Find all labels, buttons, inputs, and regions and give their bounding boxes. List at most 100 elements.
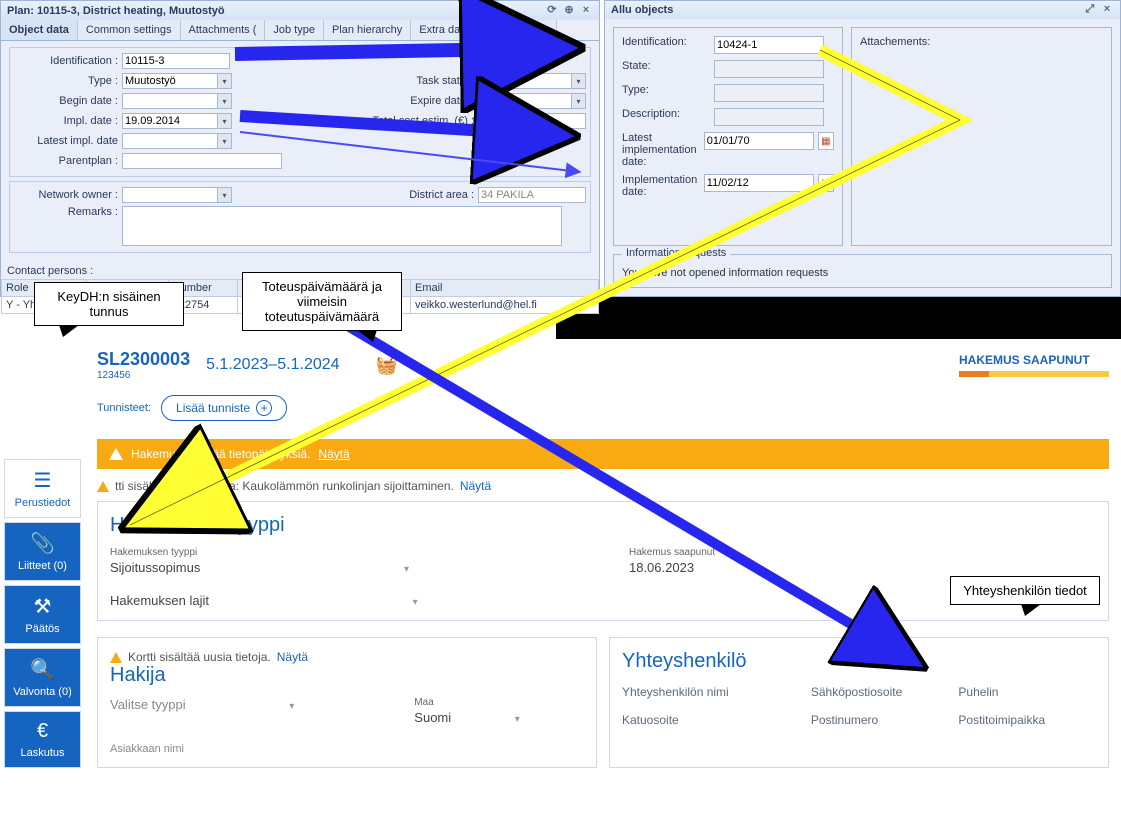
status-progress bbox=[959, 371, 1109, 377]
search-icon: 🔍 bbox=[30, 657, 55, 682]
begin-date-field[interactable] bbox=[122, 93, 218, 109]
status-label: HAKEMUS SAAPUNUT bbox=[959, 353, 1109, 367]
sidebar-item-paatos[interactable]: ⚒ Päätös bbox=[4, 585, 81, 644]
latest-impl-date-picker-icon[interactable]: ▾ bbox=[218, 133, 232, 149]
tab-plan-hierarchy[interactable]: Plan hierarchy bbox=[324, 20, 411, 40]
hakija-title: Hakija bbox=[110, 664, 584, 687]
begin-date-picker-icon[interactable]: ▾ bbox=[218, 93, 232, 109]
tab-job-type[interactable]: Job type bbox=[265, 20, 324, 40]
sidebar-item-liitteet[interactable]: 📎 Liitteet (0) bbox=[4, 522, 81, 581]
contact-phone-label: Puhelin bbox=[958, 685, 1096, 699]
label-identification: Identification : bbox=[14, 55, 122, 67]
add-tag-button[interactable]: Lisää tunniste + bbox=[161, 395, 287, 421]
allu-id-field[interactable] bbox=[714, 36, 824, 54]
identification-field[interactable] bbox=[122, 53, 230, 69]
calendar-icon[interactable]: ▦ bbox=[818, 174, 834, 192]
allu-panel-title: Allu objects bbox=[611, 4, 673, 16]
type-label: Hakemuksen tyyppi bbox=[110, 547, 409, 558]
allu-fieldset: Identification: State: Type: Description… bbox=[613, 27, 843, 246]
plus-icon: + bbox=[256, 400, 272, 416]
label-allu-impl: Implementation date: bbox=[622, 174, 704, 198]
application-id: SL2300003 bbox=[97, 349, 190, 370]
label-network-owner: Network owner : bbox=[14, 189, 122, 201]
label-impl-date: Impl. date : bbox=[14, 115, 122, 127]
parentplan-field[interactable] bbox=[122, 153, 282, 169]
kinds-value[interactable]: Hakemuksen lajit ▾ bbox=[110, 593, 1096, 608]
allu-latest-impl-field[interactable] bbox=[704, 132, 814, 150]
received-value: 18.06.2023 bbox=[629, 560, 715, 575]
chevron-down-icon: ▾ bbox=[413, 597, 418, 608]
contact-name-label: Yhteyshenkilön nimi bbox=[622, 685, 801, 699]
label-total-cost: Total cost estim. (€) : bbox=[358, 115, 478, 127]
contact-street-label: Katuosoite bbox=[622, 713, 801, 727]
sub-info-link[interactable]: Näytä bbox=[460, 479, 491, 493]
close-icon[interactable]: × bbox=[579, 4, 593, 18]
district-area-field[interactable] bbox=[478, 187, 586, 203]
warning-icon bbox=[109, 448, 123, 460]
contact-title: Yhteyshenkilö bbox=[622, 650, 1096, 673]
expand-icon[interactable]: ⊕ bbox=[562, 3, 576, 17]
plan-panel: Plan: 10115-3, District heating, Muutost… bbox=[0, 0, 600, 297]
allu-panel-header: Allu objects ⤢ × bbox=[605, 1, 1120, 19]
country-select[interactable]: Suomi ▾ bbox=[414, 710, 520, 725]
allu-type-field[interactable] bbox=[714, 84, 824, 102]
latest-impl-date-field[interactable] bbox=[122, 133, 218, 149]
banner-link[interactable]: Näytä bbox=[318, 447, 349, 461]
label-district-area: District area : bbox=[358, 189, 478, 201]
label-allu-id: Identification: bbox=[622, 36, 714, 48]
tab-common-settings[interactable]: Common settings bbox=[78, 20, 181, 40]
type-dropdown-icon[interactable]: ▾ bbox=[218, 73, 232, 89]
received-label: Hakemus saapunut bbox=[629, 547, 715, 558]
label-allu-desc: Description: bbox=[622, 108, 714, 120]
calendar-icon[interactable]: ▦ bbox=[818, 132, 834, 150]
label-expire-date: Expire date : bbox=[356, 95, 476, 107]
task-state-dropdown-icon[interactable]: ▾ bbox=[572, 73, 586, 89]
label-begin-date: Begin date : bbox=[14, 95, 122, 107]
allu-state-field[interactable] bbox=[714, 60, 824, 78]
hakija-warn-link[interactable]: Näytä bbox=[277, 650, 308, 664]
plan-panel-header: Plan: 10115-3, District heating, Muutost… bbox=[1, 1, 599, 20]
label-allu-latest-impl: Latest implementation date: bbox=[622, 132, 704, 168]
label-remarks: Remarks : bbox=[14, 206, 122, 218]
sidebar-item-perustiedot[interactable]: ☰ Perustiedot bbox=[4, 459, 81, 518]
tab-attachments[interactable]: Attachments ( bbox=[181, 20, 266, 40]
impl-date-picker-icon[interactable]: ▾ bbox=[218, 113, 232, 129]
allu-impl-field[interactable] bbox=[704, 174, 814, 192]
allu-desc-field[interactable] bbox=[714, 108, 824, 126]
network-owner-field[interactable] bbox=[122, 187, 218, 203]
tab-project-wise[interactable]: Project Wise bbox=[478, 20, 557, 40]
total-cost-field[interactable] bbox=[478, 113, 586, 129]
sidebar-item-laskutus[interactable]: € Laskutus bbox=[4, 711, 81, 768]
euro-icon: € bbox=[37, 720, 48, 743]
callout-impl-dates: Toteuspäivämäärä ja viimeisin toteutuspä… bbox=[242, 272, 402, 331]
expire-date-field[interactable] bbox=[476, 93, 572, 109]
th-email[interactable]: Email bbox=[411, 280, 599, 297]
task-state-field[interactable] bbox=[476, 73, 572, 89]
impl-date-field[interactable] bbox=[122, 113, 218, 129]
contact-email-label: Sähköpostiosoite bbox=[811, 685, 949, 699]
tab-extra-data[interactable]: Extra data bbox=[411, 20, 478, 40]
hakija-card: Kortti sisältää uusia tietoja. Näytä Hak… bbox=[97, 637, 597, 768]
type-field[interactable] bbox=[122, 73, 218, 89]
tab-object-data[interactable]: Object data bbox=[1, 20, 78, 40]
sidebar: ☰ Perustiedot 📎 Liitteet (0) ⚒ Päätös 🔍 … bbox=[0, 339, 85, 834]
type-card-title: Hakemuksen tyyppi bbox=[110, 514, 1096, 537]
warning-icon bbox=[110, 652, 122, 663]
label-allu-type: Type: bbox=[622, 84, 714, 96]
close-icon[interactable]: × bbox=[1100, 3, 1114, 17]
info-requests-msg: You have not opened information requests bbox=[622, 267, 1103, 279]
reload-icon[interactable]: ⟳ bbox=[545, 3, 559, 17]
contact-card: Yhteyshenkilö Yhteyshenkilön nimi Sähköp… bbox=[609, 637, 1109, 768]
hakija-type-select[interactable]: Valitse tyyppi ▾ bbox=[110, 697, 294, 712]
chevron-down-icon: ▾ bbox=[289, 701, 294, 712]
expire-date-picker-icon[interactable]: ▾ bbox=[572, 93, 586, 109]
basket-icon[interactable]: 🧺 bbox=[376, 355, 398, 376]
attachments-fieldset: Attachements: bbox=[851, 27, 1112, 246]
type-value[interactable]: Sijoitussopimus ▾ bbox=[110, 560, 409, 575]
remarks-field[interactable] bbox=[122, 206, 562, 246]
network-owner-dropdown-icon[interactable]: ▾ bbox=[218, 187, 232, 203]
sidebar-item-valvonta[interactable]: 🔍 Valvonta (0) bbox=[4, 648, 81, 707]
expand-icon[interactable]: ⤢ bbox=[1083, 3, 1097, 17]
application-sub-id: 123456 bbox=[97, 370, 190, 381]
sub-info-row: tti sisältää uusia tietoja: Kaukolämmön … bbox=[97, 479, 1109, 493]
